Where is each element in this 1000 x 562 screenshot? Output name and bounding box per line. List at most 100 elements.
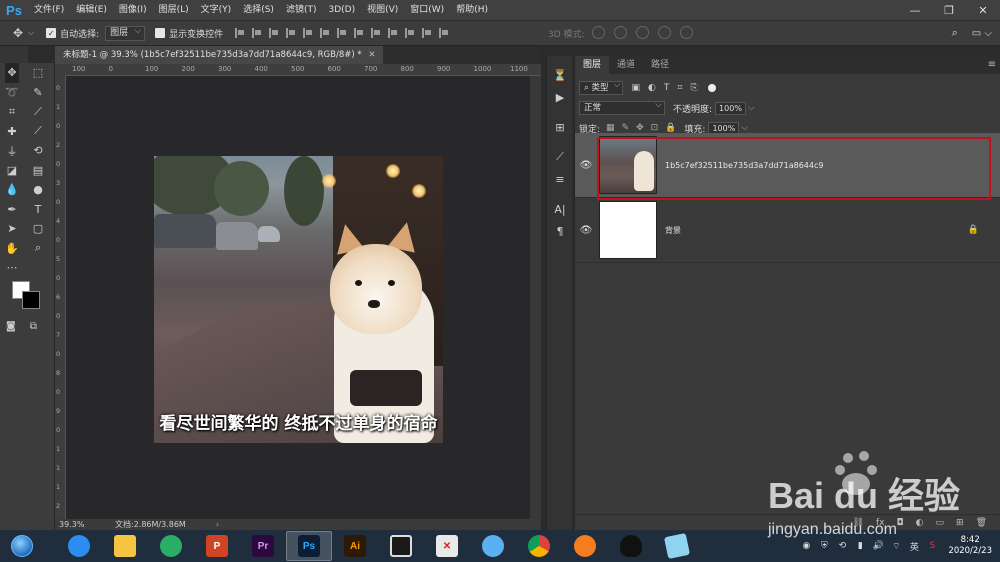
taskbar-app-premiere[interactable]: Pr <box>240 531 286 561</box>
horizontal-ruler[interactable]: 1000100200300400500600700800900100011001… <box>66 64 564 76</box>
shape-tool-icon[interactable]: ▢ <box>31 219 45 239</box>
3d-slide-icon[interactable] <box>658 26 671 39</box>
3d-scale-icon[interactable] <box>680 26 693 39</box>
pen-tool-icon[interactable]: ✒ <box>5 200 19 220</box>
history-brush-tool-icon[interactable]: ⟲ <box>31 141 45 161</box>
align-top-icon[interactable] <box>235 28 245 38</box>
visibility-eye-icon[interactable]: 👁 <box>575 225 597 236</box>
close-tab-icon[interactable]: ✕ <box>368 50 375 60</box>
tab-layers[interactable]: 图层 <box>575 56 610 74</box>
learn-panel-icon[interactable]: ⊞ <box>547 116 573 138</box>
clone-stamp-tool-icon[interactable]: ⏚ <box>5 141 19 161</box>
menu-edit[interactable]: 编辑(E) <box>70 0 113 20</box>
taskbar-app-cloud[interactable] <box>470 531 516 561</box>
ime-tray-icon[interactable]: 英 <box>908 540 920 553</box>
link-layers-icon[interactable]: ⛓ <box>853 518 864 528</box>
3d-roll-icon[interactable] <box>614 26 627 39</box>
transform-controls-checkbox[interactable]: 显示变换控件 <box>155 27 223 40</box>
search-icon[interactable]: ⌕ <box>952 26 958 40</box>
layer-style-icon[interactable]: fx <box>876 518 885 528</box>
vertical-ruler[interactable]: 0 1 0 2 0 3 0 4 0 5 0 6 0 7 0 8 0 9 0 1 1 1 2 <box>55 76 66 519</box>
taskbar-app-illustrator[interactable]: Ai <box>332 531 378 561</box>
network-tray-icon[interactable]: ▮ <box>854 540 866 552</box>
eyedropper-tool-icon[interactable]: ⟋ <box>31 102 45 122</box>
checkbox-unchecked-icon[interactable] <box>155 28 166 38</box>
menu-select[interactable]: 选择(S) <box>237 0 280 20</box>
menu-filter[interactable]: 滤镜(T) <box>280 0 323 20</box>
more-tools-icon[interactable]: ⋯ <box>5 258 19 278</box>
path-select-tool-icon[interactable]: ➤ <box>5 219 19 239</box>
canvas-image[interactable]: 看尽世间繁华的 终抵不过单身的宿命 <box>154 156 443 443</box>
zoom-tool-icon[interactable]: ⌕ <box>31 239 45 259</box>
menu-help[interactable]: 帮助(H) <box>450 0 494 20</box>
marquee-tool-icon[interactable]: ⬚ <box>31 63 45 83</box>
layer-row[interactable]: 👁 1b5c7ef32511be735d3a7dd71a8644c9 <box>575 133 1000 200</box>
filter-toggle-icon[interactable] <box>707 84 716 92</box>
align-left-icon[interactable] <box>286 28 296 38</box>
align-bottom-icon[interactable] <box>269 28 279 38</box>
panel-menu-icon[interactable]: ≡ <box>988 59 996 70</box>
taskbar-app-photoshop[interactable]: Ps <box>286 531 332 561</box>
close-icon[interactable]: ✕ <box>966 0 1000 20</box>
sogou-tray-icon[interactable]: S <box>926 540 938 552</box>
taskbar-app-xmind[interactable]: ✕ <box>424 531 470 561</box>
smart-object-filter-icon[interactable]: ⎘ <box>690 83 697 93</box>
tool-preset-dropdown-icon[interactable]: ⌵ <box>28 28 34 38</box>
align-right-icon[interactable] <box>320 28 330 38</box>
color-swatches[interactable] <box>12 281 44 313</box>
tools-header[interactable] <box>0 46 28 63</box>
distribute-hcenter-icon[interactable] <box>405 28 415 38</box>
maximize-icon[interactable]: ❐ <box>932 0 966 20</box>
add-mask-icon[interactable]: ◘ <box>897 518 904 528</box>
distribute-left-icon[interactable] <box>388 28 398 38</box>
distribute-top-icon[interactable] <box>337 28 347 38</box>
clock[interactable]: 8:42 2020/2/23 <box>948 535 992 557</box>
taskbar-app-qq-browser[interactable] <box>56 531 102 561</box>
distribute-bottom-icon[interactable] <box>371 28 381 38</box>
character-panel-icon[interactable]: A| <box>547 198 573 220</box>
taskbar-app-file-explorer[interactable] <box>102 531 148 561</box>
move-tool-icon[interactable]: ✥ <box>10 25 26 41</box>
filter-kind-select[interactable]: ⌕ 类型 <box>579 79 624 95</box>
workspace-icon[interactable]: ▭ ⌵ <box>972 28 992 39</box>
menu-window[interactable]: 窗口(W) <box>404 0 450 20</box>
fill-dropdown-icon[interactable]: ⌵ <box>741 123 748 133</box>
history-panel-icon[interactable]: ⏳ <box>547 64 573 86</box>
pixel-filter-icon[interactable]: ▣ <box>631 83 640 93</box>
taskbar-app-wechat[interactable] <box>148 531 194 561</box>
screen-mode-icon[interactable]: ⧉ <box>30 321 37 332</box>
dodge-tool-icon[interactable]: ● <box>31 180 45 200</box>
lasso-tool-icon[interactable]: ➰ <box>5 83 19 103</box>
new-adjustment-icon[interactable]: ◐ <box>916 518 924 528</box>
adjustment-filter-icon[interactable]: ◐ <box>648 83 656 93</box>
taskbar-app-chrome[interactable] <box>516 531 562 561</box>
menu-type[interactable]: 文字(Y) <box>195 0 238 20</box>
lock-artboard-icon[interactable]: ⊡ <box>651 123 659 133</box>
align-vcenter-icon[interactable] <box>252 28 262 38</box>
layer-row[interactable]: 👁 背景 🔒 <box>575 198 1000 263</box>
tab-channels[interactable]: 通道 <box>609 56 643 74</box>
auto-align-icon[interactable] <box>439 28 449 38</box>
eraser-tool-icon[interactable]: ◪ <box>5 161 19 181</box>
opacity-field[interactable]: 100% <box>715 101 746 115</box>
move-tool-icon[interactable]: ✥ <box>5 63 19 83</box>
layer-thumbnail[interactable] <box>599 136 657 194</box>
blend-mode-select[interactable]: 正常 <box>579 99 665 115</box>
auto-select-target[interactable]: 图层 <box>105 25 146 41</box>
3d-drag-icon[interactable] <box>636 26 649 39</box>
crop-tool-icon[interactable]: ⌗ <box>5 102 19 122</box>
new-layer-icon[interactable]: ⊞ <box>956 518 964 528</box>
taskbar-app-video-editor[interactable] <box>378 531 424 561</box>
healing-brush-tool-icon[interactable]: ✚ <box>5 122 19 142</box>
actions-panel-icon[interactable]: ▶ <box>547 86 573 108</box>
minimize-icon[interactable]: — <box>898 0 932 20</box>
document-tab[interactable]: 未标题-1 @ 39.3% (1b5c7ef32511be735d3a7dd71… <box>55 46 384 64</box>
hand-tool-icon[interactable]: ✋ <box>5 239 19 259</box>
taskbar-app-notes[interactable] <box>654 531 700 561</box>
taskbar-app-powerpoint[interactable]: P <box>194 531 240 561</box>
zoom-level[interactable]: 39.3% <box>55 520 95 529</box>
menu-layer[interactable]: 图层(L) <box>153 0 195 20</box>
volume-tray-icon[interactable]: 🔊 <box>872 540 884 552</box>
vertical-scrollbar[interactable] <box>530 76 541 519</box>
layer-name[interactable]: 1b5c7ef32511be735d3a7dd71a8644c9 <box>665 161 823 170</box>
